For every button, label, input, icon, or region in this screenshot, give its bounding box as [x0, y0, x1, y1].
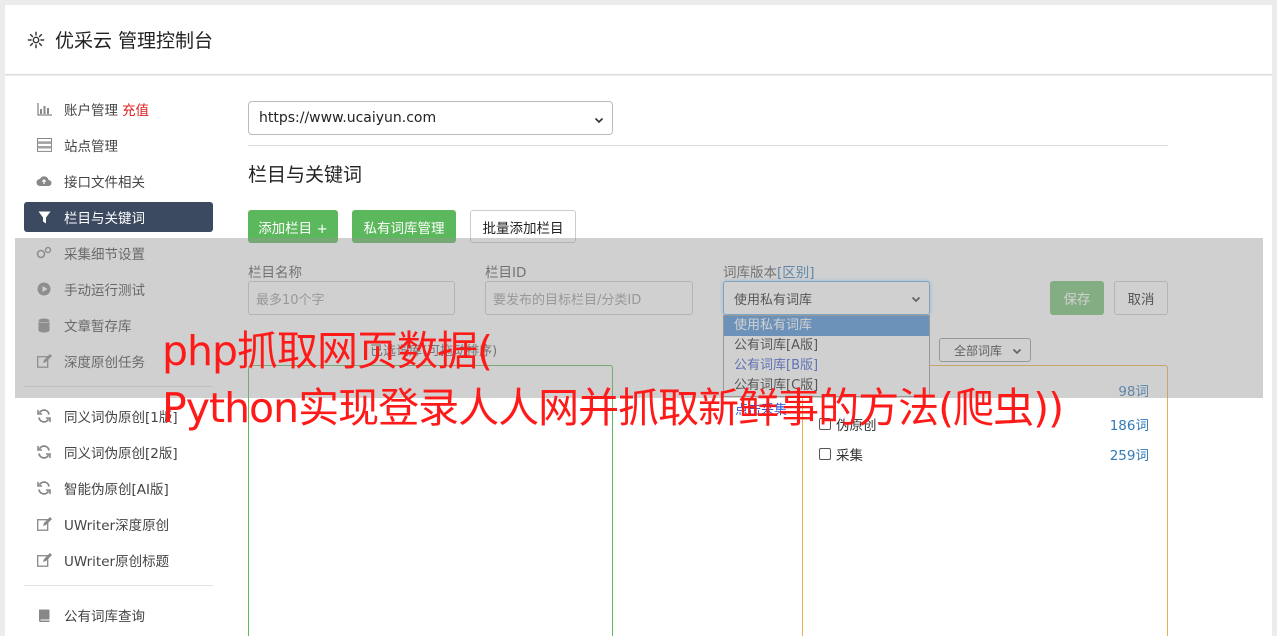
- chevron-down-icon: [594, 113, 604, 124]
- edit-icon: [36, 552, 52, 568]
- divider: [248, 145, 1168, 146]
- sidebar-item-interface[interactable]: 接口文件相关: [24, 166, 213, 196]
- sidebar-item-label: 站点管理: [64, 139, 118, 155]
- sidebar-item-label: 接口文件相关: [64, 175, 145, 191]
- sidebar-item-label: 同义词伪原创[1版]: [64, 410, 178, 426]
- sidebar-item-synonym-v2[interactable]: 同义词伪原创[2版]: [24, 437, 213, 467]
- server-icon: [36, 137, 52, 153]
- sidebar-item-uwriter-deep[interactable]: UWriter深度原创: [24, 509, 213, 539]
- library-count: 186词: [1109, 418, 1149, 434]
- recharge-link[interactable]: 充值: [122, 99, 149, 119]
- sidebar-item-label: UWriter深度原创: [64, 518, 170, 534]
- book-icon: [36, 607, 52, 623]
- sidebar-divider: [24, 585, 213, 586]
- sidebar-item-columns[interactable]: 栏目与关键词: [24, 202, 213, 232]
- section-title: 栏目与关键词: [248, 164, 363, 186]
- watermark-line1: php抓取网页数据(: [162, 327, 493, 375]
- sidebar-item-label: 栏目与关键词: [64, 211, 145, 227]
- watermark-line2: Python实现登录人人网并抓取新鲜事的方法(爬虫)): [162, 384, 1064, 432]
- bar-chart-icon: [36, 101, 52, 117]
- library-row[interactable]: 采集 259词: [819, 444, 1149, 464]
- refresh-icon: [36, 408, 52, 424]
- library-checkbox[interactable]: [819, 448, 831, 460]
- sidebar-item-label: UWriter原创标题: [64, 554, 170, 570]
- refresh-icon: [36, 444, 52, 460]
- library-count: 259词: [1109, 448, 1149, 464]
- refresh-icon: [36, 480, 52, 496]
- sidebar-item-label: 公有词库查询: [64, 609, 145, 625]
- cloud-upload-icon: [36, 173, 52, 189]
- sidebar-item-label: 账户管理: [64, 103, 118, 119]
- gear-icon: [25, 29, 47, 51]
- site-select[interactable]: https://www.ucaiyun.com: [248, 101, 613, 135]
- app-title: 优采云 管理控制台: [55, 30, 214, 52]
- sidebar-item-uwriter-title[interactable]: UWriter原创标题: [24, 545, 213, 575]
- library-name: 采集: [836, 448, 863, 464]
- edit-icon: [36, 516, 52, 532]
- sidebar-item-label: 智能伪原创[AI版]: [64, 482, 169, 498]
- sidebar-item-sites[interactable]: 站点管理: [24, 130, 213, 160]
- app-header: 优采云 管理控制台: [5, 5, 1272, 75]
- sidebar-item-account[interactable]: 账户管理 充值: [24, 94, 213, 124]
- sidebar-item-public-lib[interactable]: 公有词库查询: [24, 600, 213, 630]
- site-select-value: https://www.ucaiyun.com: [259, 110, 437, 126]
- filter-icon: [36, 209, 52, 225]
- sidebar-item-label: 同义词伪原创[2版]: [64, 446, 178, 462]
- sidebar-item-ai-rewrite[interactable]: 智能伪原创[AI版]: [24, 473, 213, 503]
- watermark-text: php抓取网页数据( Python实现登录人人网并抓取新鲜事的方法(爬虫)): [162, 323, 1064, 437]
